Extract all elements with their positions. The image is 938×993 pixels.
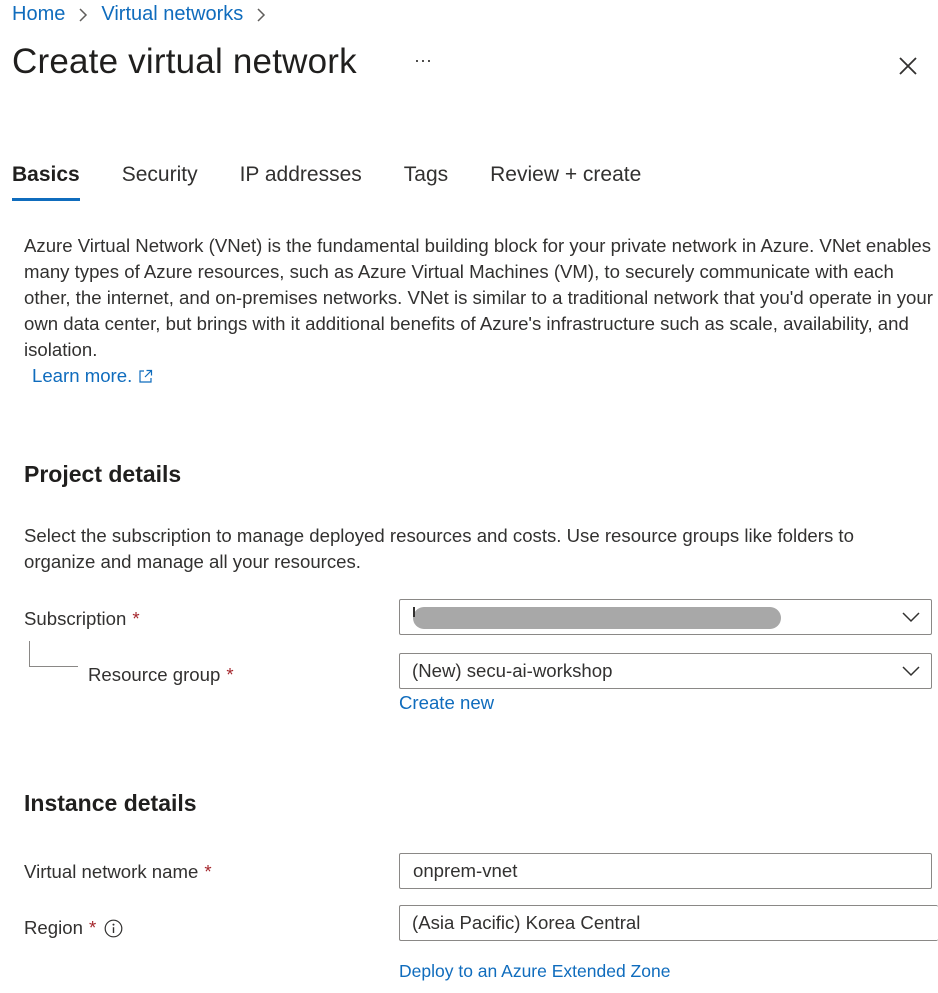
- instance-details-heading: Instance details: [24, 790, 197, 816]
- breadcrumb-virtual-networks-link[interactable]: Virtual networks: [101, 3, 243, 26]
- resource-group-label: Resource group *: [88, 664, 234, 686]
- resource-group-label-text: Resource group: [88, 664, 221, 685]
- subscription-select[interactable]: [399, 599, 932, 635]
- tab-basics[interactable]: Basics: [12, 163, 80, 201]
- create-new-resource-group-link[interactable]: Create new: [399, 692, 494, 714]
- page-title: Create virtual network: [12, 42, 357, 81]
- close-icon: [899, 57, 917, 75]
- tab-review-create[interactable]: Review + create: [490, 163, 641, 199]
- project-details-heading: Project details: [24, 461, 182, 487]
- subscription-label: Subscription *: [24, 608, 140, 630]
- tab-bar: Basics Security IP addresses Tags Review…: [12, 163, 683, 201]
- vnet-name-input[interactable]: [399, 853, 932, 889]
- required-marker: *: [204, 861, 212, 882]
- chevron-right-icon: [255, 7, 267, 22]
- tab-security[interactable]: Security: [122, 163, 198, 199]
- required-marker: *: [226, 664, 234, 685]
- redacted-subscription: [413, 607, 781, 629]
- chevron-down-icon: [902, 666, 920, 677]
- learn-more-link[interactable]: Learn more.: [32, 365, 153, 387]
- tab-ip-addresses[interactable]: IP addresses: [240, 163, 362, 199]
- intro-description: Azure Virtual Network (VNet) is the fund…: [24, 235, 933, 360]
- breadcrumb-home-link[interactable]: Home: [12, 3, 65, 26]
- project-details-description: Select the subscription to manage deploy…: [24, 525, 854, 572]
- vnet-name-label: Virtual network name *: [24, 861, 212, 883]
- required-marker: *: [88, 917, 97, 938]
- tab-tags[interactable]: Tags: [404, 163, 448, 199]
- chevron-down-icon: [902, 612, 920, 623]
- breadcrumb: Home Virtual networks: [12, 3, 279, 26]
- required-marker: *: [132, 608, 140, 629]
- chevron-right-icon: [77, 7, 89, 22]
- region-label: Region *: [24, 917, 123, 939]
- info-icon[interactable]: [104, 919, 123, 938]
- deploy-extended-zone-link[interactable]: Deploy to an Azure Extended Zone: [399, 961, 670, 982]
- close-button[interactable]: [895, 53, 921, 79]
- tree-connector: [29, 666, 78, 667]
- learn-more-label: Learn more.: [32, 365, 133, 386]
- region-value: (Asia Pacific) Korea Central: [412, 912, 641, 933]
- resource-group-value: (New) secu-ai-workshop: [412, 660, 613, 681]
- redacted-text-edge: [413, 607, 415, 617]
- tree-connector: [29, 641, 30, 667]
- external-link-icon: [139, 369, 153, 383]
- subscription-label-text: Subscription: [24, 608, 127, 629]
- region-label-text: Region: [24, 917, 83, 938]
- vnet-name-label-text: Virtual network name: [24, 861, 199, 882]
- more-options-button[interactable]: ···: [410, 51, 436, 72]
- resource-group-select[interactable]: (New) secu-ai-workshop: [399, 653, 932, 689]
- region-select[interactable]: (Asia Pacific) Korea Central: [399, 905, 938, 941]
